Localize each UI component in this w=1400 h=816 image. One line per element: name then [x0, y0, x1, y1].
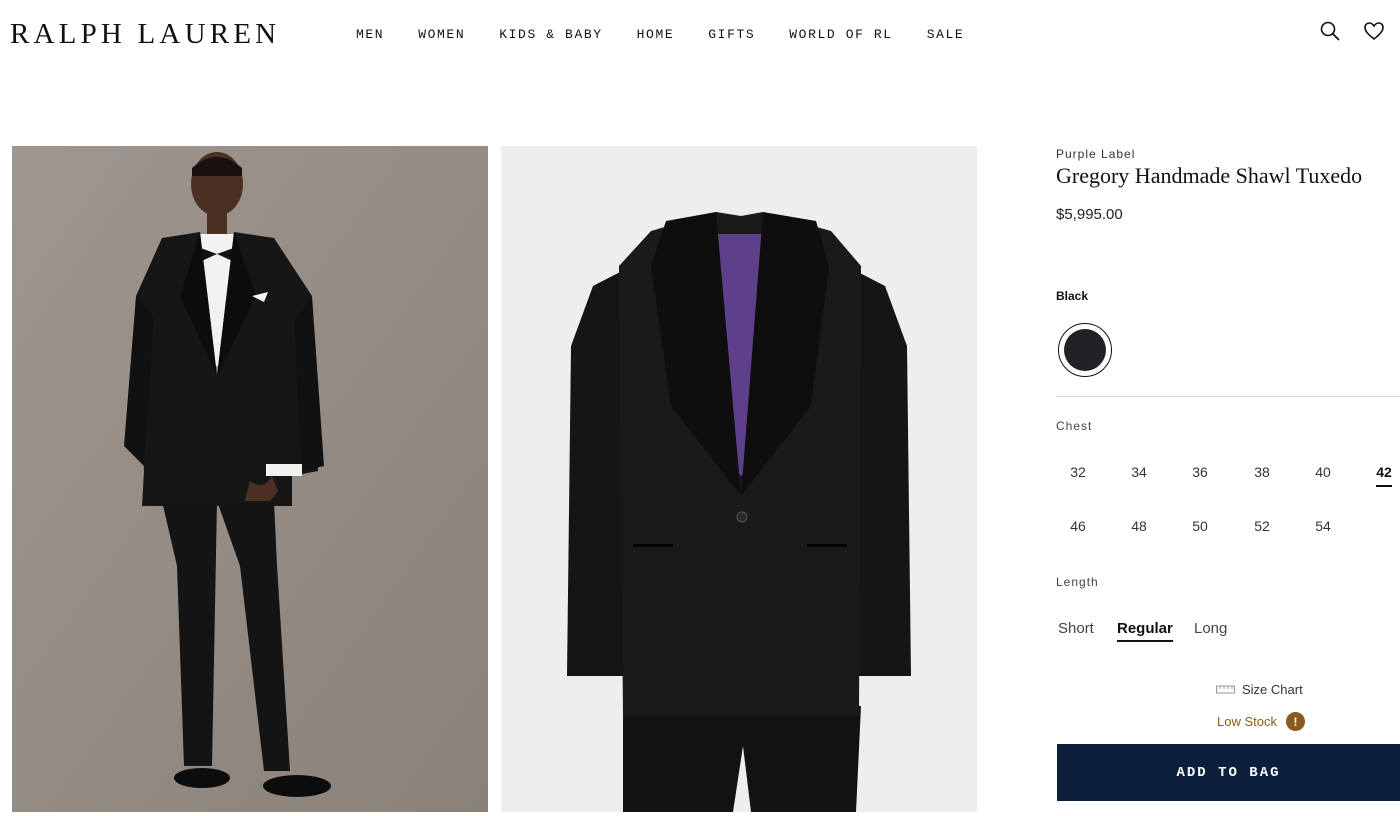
stock-status: Low Stock !	[1217, 712, 1305, 731]
chest-size-32[interactable]: 32	[1057, 464, 1099, 480]
chest-size-40[interactable]: 40	[1302, 464, 1344, 480]
chest-label: Chest	[1056, 419, 1093, 433]
nav-item-men[interactable]: MEN	[356, 27, 384, 42]
nav-item-kids-baby[interactable]: KIDS & BABY	[499, 27, 602, 42]
divider	[1056, 396, 1400, 397]
product-brand[interactable]: Purple Label	[1056, 147, 1135, 161]
chest-size-36-label: 36	[1192, 464, 1208, 480]
product-image-model[interactable]	[12, 146, 488, 812]
nav-item-world-of-rl[interactable]: WORLD OF RL	[789, 27, 892, 42]
chest-size-34-label: 34	[1131, 464, 1147, 480]
chest-size-32-label: 32	[1070, 464, 1086, 480]
length-label: Length	[1056, 575, 1099, 589]
chest-size-46-label: 46	[1070, 518, 1086, 534]
chest-size-54[interactable]: 54	[1302, 518, 1344, 534]
length-short[interactable]: Short	[1058, 620, 1094, 637]
chest-size-52[interactable]: 52	[1241, 518, 1283, 534]
nav-item-women[interactable]: WOMEN	[418, 27, 465, 42]
selected-color-name: Black	[1056, 289, 1089, 303]
chest-size-42[interactable]: 42	[1363, 464, 1400, 487]
chest-size-48[interactable]: 48	[1118, 518, 1160, 534]
length-long[interactable]: Long	[1194, 620, 1227, 637]
brand-logo[interactable]: RALPH LAUREN	[10, 18, 280, 51]
chest-size-42-label: 42	[1376, 464, 1392, 487]
chest-size-50[interactable]: 50	[1179, 518, 1221, 534]
add-to-bag-button[interactable]: ADD TO BAG	[1057, 744, 1400, 801]
chest-size-38[interactable]: 38	[1241, 464, 1283, 480]
main-nav: MEN WOMEN KIDS & BABY HOME GIFTS WORLD O…	[356, 27, 998, 42]
color-swatch-black[interactable]	[1058, 323, 1112, 377]
size-chart-label: Size Chart	[1242, 682, 1303, 697]
chest-size-48-label: 48	[1131, 518, 1147, 534]
length-regular[interactable]: Regular	[1117, 620, 1173, 642]
nav-item-home[interactable]: HOME	[637, 27, 675, 42]
chest-size-46[interactable]: 46	[1057, 518, 1099, 534]
chest-size-52-label: 52	[1254, 518, 1270, 534]
chest-size-54-label: 54	[1315, 518, 1331, 534]
chest-size-50-label: 50	[1192, 518, 1208, 534]
swatch-fill	[1064, 329, 1106, 371]
product-price: $5,995.00	[1056, 206, 1123, 223]
chest-size-38-label: 38	[1254, 464, 1270, 480]
product-title: Gregory Handmade Shawl Tuxedo	[1056, 163, 1363, 188]
search-icon[interactable]	[1319, 20, 1341, 42]
chest-size-36[interactable]: 36	[1179, 464, 1221, 480]
size-chart-link[interactable]: Size Chart	[1216, 682, 1303, 697]
chest-size-34[interactable]: 34	[1118, 464, 1160, 480]
product-image-jacket[interactable]	[501, 146, 977, 812]
stock-status-label: Low Stock	[1217, 714, 1277, 729]
warning-icon: !	[1285, 712, 1305, 731]
nav-item-gifts[interactable]: GIFTS	[708, 27, 755, 42]
chest-size-40-label: 40	[1315, 464, 1331, 480]
nav-item-sale[interactable]: SALE	[927, 27, 965, 42]
ruler-icon	[1216, 685, 1235, 694]
heart-icon[interactable]	[1363, 20, 1385, 42]
